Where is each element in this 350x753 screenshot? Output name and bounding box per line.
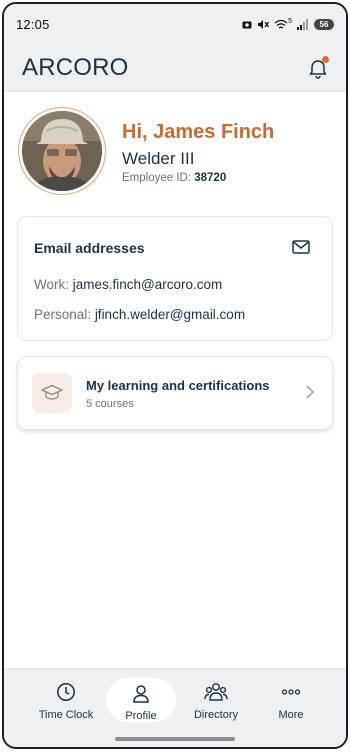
learning-certifications-card[interactable]: My learning and certifications 5 courses bbox=[17, 356, 333, 430]
chevron-right-icon bbox=[306, 385, 314, 399]
mute-icon bbox=[258, 19, 270, 29]
arcoro-logo: ARCORO bbox=[22, 53, 129, 81]
notifications-button[interactable] bbox=[306, 55, 330, 80]
personal-email-label: Personal: bbox=[34, 307, 92, 322]
nav-profile[interactable]: Profile bbox=[106, 678, 176, 722]
mail-button[interactable] bbox=[292, 240, 310, 254]
learning-icon-tile bbox=[32, 373, 72, 413]
battery-icon: 56 bbox=[314, 18, 334, 30]
nav-directory[interactable]: Directory bbox=[180, 673, 252, 721]
people-icon bbox=[204, 681, 228, 703]
mail-icon bbox=[292, 240, 310, 254]
profile-section: Hi, James Finch Welder III Employee ID: … bbox=[18, 107, 332, 197]
nav-more[interactable]: More bbox=[255, 673, 327, 721]
job-title: Welder III bbox=[122, 149, 195, 168]
graduation-cap-icon bbox=[41, 384, 63, 400]
email-addresses-card: Email addresses Work: james.finch@arcoro… bbox=[17, 216, 333, 341]
nav-profile-label: Profile bbox=[125, 710, 157, 722]
notification-dot bbox=[322, 55, 329, 63]
wifi-icon bbox=[274, 19, 288, 29]
status-icons: 5 56 bbox=[242, 17, 334, 30]
app-header: ARCORO bbox=[4, 44, 346, 92]
avatar bbox=[18, 107, 106, 195]
work-email-link[interactable]: james.finch@arcoro.com bbox=[73, 277, 223, 292]
wifi-standard-label: 5 bbox=[288, 17, 292, 25]
person-icon bbox=[131, 682, 151, 706]
status-time: 12:05 bbox=[16, 16, 50, 32]
greeting-text: Hi, James Finch bbox=[122, 121, 275, 143]
home-indicator[interactable] bbox=[115, 737, 235, 741]
work-email-label: Work: bbox=[34, 277, 70, 292]
camera-status-icon bbox=[242, 21, 252, 28]
work-email-row: Work: james.finch@arcoro.com bbox=[34, 277, 222, 292]
avatar-photo bbox=[22, 111, 102, 191]
status-bar: 12:05 5 56 bbox=[4, 4, 346, 44]
email-card-title: Email addresses bbox=[34, 240, 145, 256]
employee-id-label: Employee ID: bbox=[122, 172, 192, 184]
phone-screen: 12:05 5 56 ARCORO Hi, James Finch Welder… bbox=[2, 2, 348, 749]
employee-id: Employee ID: 38720 bbox=[122, 172, 226, 184]
nav-time-clock-label: Time Clock bbox=[38, 709, 94, 721]
personal-email-link[interactable]: jfinch.welder@gmail.com bbox=[95, 307, 245, 322]
clock-icon bbox=[56, 681, 76, 703]
signal-icon bbox=[297, 18, 308, 30]
dots-icon bbox=[281, 681, 301, 703]
nav-more-label: More bbox=[278, 709, 304, 721]
nav-directory-label: Directory bbox=[193, 709, 238, 721]
nav-time-clock[interactable]: Time Clock bbox=[30, 673, 102, 721]
bottom-navigation: Time Clock Profile Directory More bbox=[4, 668, 346, 747]
employee-id-value: 38720 bbox=[194, 172, 227, 184]
personal-email-row: Personal: jfinch.welder@gmail.com bbox=[34, 307, 245, 322]
learning-title: My learning and certifications bbox=[86, 378, 270, 393]
learning-course-count: 5 courses bbox=[86, 398, 134, 410]
